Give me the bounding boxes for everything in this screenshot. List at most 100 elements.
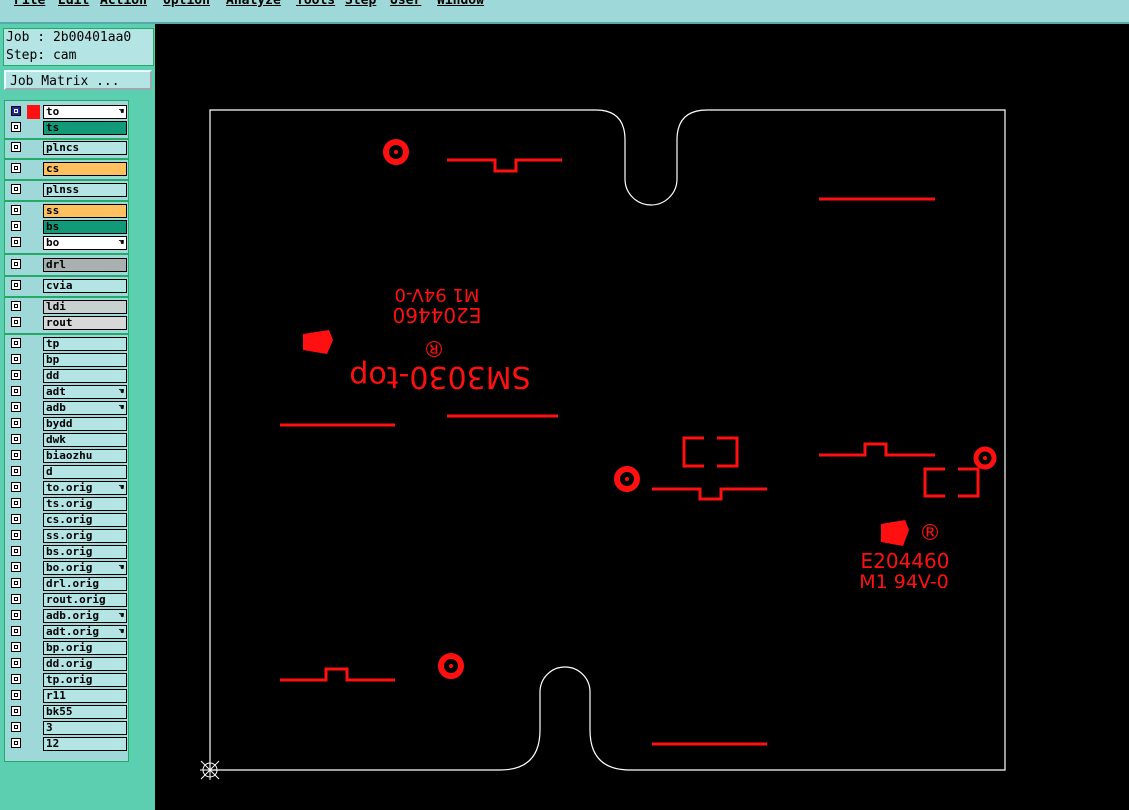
layer-row-drl-orig[interactable]: drl.orig <box>8 577 127 591</box>
layer-name[interactable]: bo.orig ☚ <box>43 561 127 575</box>
layer-checkbox[interactable] <box>11 738 21 748</box>
layer-name[interactable]: d <box>43 465 127 479</box>
layer-checkbox[interactable] <box>11 259 21 269</box>
layer-name[interactable]: bs.orig <box>43 545 127 559</box>
menu-file[interactable]: File <box>14 0 45 8</box>
layer-checkbox[interactable] <box>11 301 21 311</box>
layer-row-cs[interactable]: cs <box>8 162 127 176</box>
layer-name[interactable]: bo ☚ <box>43 236 127 250</box>
layer-checkbox[interactable] <box>11 658 21 668</box>
layer-row-bo-orig[interactable]: bo.orig ☚ <box>8 561 127 575</box>
layer-name[interactable]: ts <box>43 121 127 135</box>
layer-name[interactable]: dd <box>43 369 127 383</box>
layer-row-r11[interactable]: r11 <box>8 689 127 703</box>
layer-name[interactable]: biaozhu <box>43 449 127 463</box>
layer-row-tp[interactable]: tp <box>8 337 127 351</box>
layer-name[interactable]: bydd <box>43 417 127 431</box>
layer-checkbox[interactable] <box>11 354 21 364</box>
layer-row-cvia[interactable]: cvia <box>8 279 127 293</box>
layer-name[interactable]: adt.orig ☚ <box>43 625 127 639</box>
layer-row-plnss[interactable]: plnss <box>8 183 127 197</box>
menu-action[interactable]: Action <box>100 0 147 8</box>
layer-name[interactable]: rout.orig <box>43 593 127 607</box>
layer-checkbox[interactable] <box>11 221 21 231</box>
layer-name[interactable]: cs <box>43 162 127 176</box>
layer-name[interactable]: tp.orig <box>43 673 127 687</box>
layer-checkbox[interactable] <box>11 280 21 290</box>
layer-name[interactable]: rout <box>43 316 127 330</box>
board-view[interactable]: E204460 M1 94V-0 SM3030-top ® ® E204460 … <box>155 24 1129 810</box>
layer-checkbox[interactable] <box>11 142 21 152</box>
layer-name[interactable]: adb.orig ☚ <box>43 609 127 623</box>
menu-window[interactable]: Window <box>437 0 484 8</box>
layer-checkbox[interactable] <box>11 106 21 116</box>
layer-name[interactable]: cvia <box>43 279 127 293</box>
layer-checkbox[interactable] <box>11 386 21 396</box>
layer-row-dd-orig[interactable]: dd.orig <box>8 657 127 671</box>
layer-checkbox[interactable] <box>11 482 21 492</box>
layer-checkbox[interactable] <box>11 418 21 428</box>
layer-row-adb-orig[interactable]: adb.orig ☚ <box>8 609 127 623</box>
layer-name[interactable]: bs <box>43 220 127 234</box>
layer-checkbox[interactable] <box>11 317 21 327</box>
layer-checkbox[interactable] <box>11 642 21 652</box>
layer-row-ts-orig[interactable]: ts.orig <box>8 497 127 511</box>
layer-checkbox[interactable] <box>11 434 21 444</box>
layer-checkbox[interactable] <box>11 530 21 540</box>
layer-checkbox[interactable] <box>11 205 21 215</box>
layer-checkbox[interactable] <box>11 690 21 700</box>
layer-checkbox[interactable] <box>11 163 21 173</box>
layer-name[interactable]: dd.orig <box>43 657 127 671</box>
layer-name[interactable]: drl <box>43 258 127 272</box>
layer-name[interactable]: ss.orig <box>43 529 127 543</box>
layer-checkbox[interactable] <box>11 722 21 732</box>
layer-name[interactable]: plnss <box>43 183 127 197</box>
layer-name[interactable]: drl.orig <box>43 577 127 591</box>
layer-row-adt[interactable]: adt ☚ <box>8 385 127 399</box>
layer-checkbox[interactable] <box>11 498 21 508</box>
layer-name[interactable]: ldi <box>43 300 127 314</box>
graphic-canvas[interactable]: E204460 M1 94V-0 SM3030-top ® ® E204460 … <box>155 24 1129 810</box>
layer-checkbox[interactable] <box>11 578 21 588</box>
layer-checkbox[interactable] <box>11 122 21 132</box>
layer-checkbox[interactable] <box>11 237 21 247</box>
layer-name[interactable]: adt ☚ <box>43 385 127 399</box>
layer-checkbox[interactable] <box>11 338 21 348</box>
layer-row-to-orig[interactable]: to.orig ☚ <box>8 481 127 495</box>
layer-name[interactable]: plncs <box>43 141 127 155</box>
layer-name[interactable]: cs.orig <box>43 513 127 527</box>
layer-name[interactable]: bk55 <box>43 705 127 719</box>
layer-row-3[interactable]: 3 <box>8 721 127 735</box>
layer-row-bs[interactable]: bs <box>8 220 127 234</box>
layer-checkbox[interactable] <box>11 706 21 716</box>
layer-name[interactable]: 12 <box>43 737 127 751</box>
layer-name[interactable]: bp.orig <box>43 641 127 655</box>
layer-name[interactable]: tp <box>43 337 127 351</box>
layer-checkbox[interactable] <box>11 466 21 476</box>
job-matrix-button[interactable]: Job Matrix ... <box>4 70 152 90</box>
layer-row-plncs[interactable]: plncs <box>8 141 127 155</box>
menu-edit[interactable]: Edit <box>58 0 89 8</box>
layer-row-adt-orig[interactable]: adt.orig ☚ <box>8 625 127 639</box>
layer-row-bk55[interactable]: bk55 <box>8 705 127 719</box>
layer-name[interactable]: bp <box>43 353 127 367</box>
menu-step[interactable]: Step <box>345 0 376 8</box>
menu-option[interactable]: Option <box>163 0 210 8</box>
layer-row-to[interactable]: to ☚ <box>8 105 127 119</box>
layer-checkbox[interactable] <box>11 184 21 194</box>
layer-row-ss[interactable]: ss <box>8 204 127 218</box>
layer-row-drl[interactable]: drl <box>8 258 127 272</box>
menu-user[interactable]: User <box>390 0 421 8</box>
layer-checkbox[interactable] <box>11 594 21 604</box>
layer-checkbox[interactable] <box>11 370 21 380</box>
layer-row-rout-orig[interactable]: rout.orig <box>8 593 127 607</box>
layer-row-ss-orig[interactable]: ss.orig <box>8 529 127 543</box>
layer-row-adb[interactable]: adb ☚ <box>8 401 127 415</box>
layer-name[interactable]: 3 <box>43 721 127 735</box>
layer-row-biaozhu[interactable]: biaozhu <box>8 449 127 463</box>
layer-checkbox[interactable] <box>11 562 21 572</box>
layer-row-rout[interactable]: rout <box>8 316 127 330</box>
menu-analyze[interactable]: Analyze <box>226 0 281 8</box>
layer-row-bp[interactable]: bp <box>8 353 127 367</box>
layer-checkbox[interactable] <box>11 450 21 460</box>
